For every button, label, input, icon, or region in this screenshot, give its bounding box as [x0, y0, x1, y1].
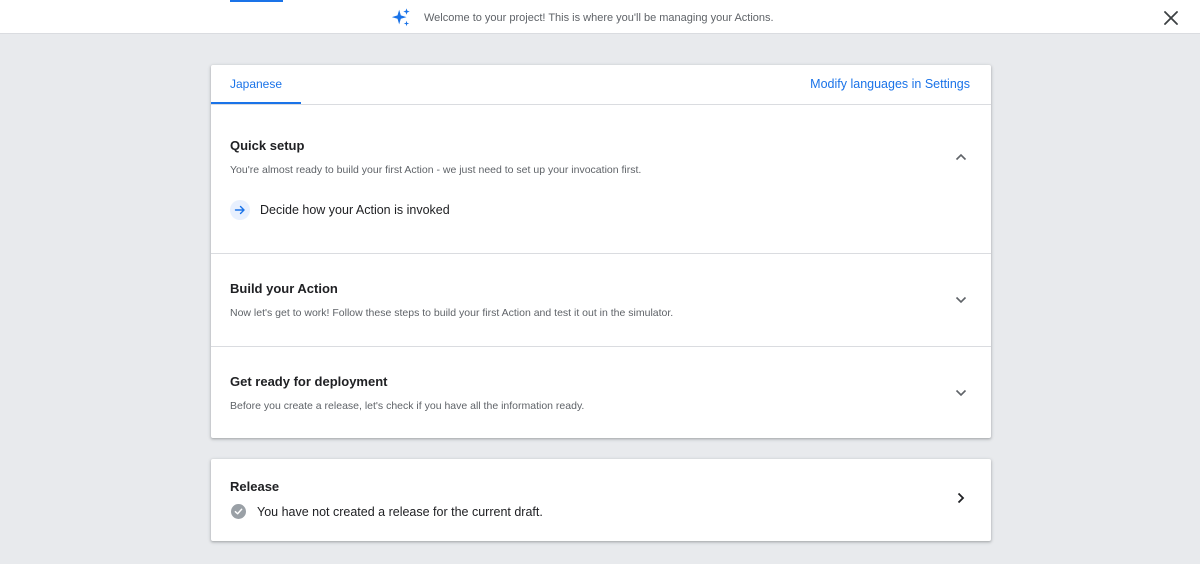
- deployment-section[interactable]: Get ready for deployment Before you crea…: [211, 347, 991, 439]
- close-banner-button[interactable]: [1160, 7, 1182, 29]
- welcome-message: Welcome to your project! This is where y…: [424, 12, 774, 24]
- expand-deployment-button[interactable]: [953, 385, 969, 401]
- active-nav-indicator: [230, 0, 283, 2]
- build-action-section[interactable]: Build your Action Now let's get to work!…: [211, 254, 991, 347]
- close-icon: [1164, 11, 1178, 25]
- check-circle-icon: [231, 504, 246, 519]
- collapse-quick-setup-button[interactable]: [953, 149, 969, 165]
- release-card[interactable]: Release You have not created a release f…: [211, 459, 991, 541]
- release-status: You have not created a release for the c…: [231, 504, 543, 519]
- build-action-title: Build your Action: [230, 281, 338, 296]
- language-tabs: Japanese Modify languages in Settings: [211, 65, 991, 105]
- arrow-right-icon: [230, 200, 250, 220]
- invocation-step[interactable]: Decide how your Action is invoked: [230, 200, 450, 220]
- quick-setup-title: Quick setup: [230, 138, 305, 153]
- overview-card: Japanese Modify languages in Settings Qu…: [211, 65, 991, 438]
- welcome-banner: Welcome to your project! This is where y…: [390, 8, 774, 28]
- tab-japanese[interactable]: Japanese: [211, 65, 301, 104]
- invocation-step-label: Decide how your Action is invoked: [260, 203, 450, 217]
- sparkle-icon: [390, 7, 412, 29]
- quick-setup-section[interactable]: Quick setup You're almost ready to build…: [211, 105, 991, 254]
- chevron-down-icon: [955, 296, 967, 304]
- build-action-description: Now let's get to work! Follow these step…: [230, 307, 674, 319]
- quick-setup-description: You're almost ready to build your first …: [230, 164, 642, 176]
- open-release-button[interactable]: [953, 490, 969, 506]
- chevron-right-icon: [957, 492, 965, 504]
- deployment-description: Before you create a release, let's check…: [230, 400, 585, 412]
- release-title: Release: [230, 479, 280, 494]
- chevron-down-icon: [955, 389, 967, 397]
- deployment-title: Get ready for deployment: [230, 374, 388, 389]
- expand-build-action-button[interactable]: [953, 292, 969, 308]
- welcome-banner-bar: Welcome to your project! This is where y…: [0, 0, 1200, 34]
- release-status-text: You have not created a release for the c…: [257, 504, 543, 519]
- chevron-up-icon: [955, 153, 967, 161]
- modify-languages-link[interactable]: Modify languages in Settings: [810, 77, 970, 91]
